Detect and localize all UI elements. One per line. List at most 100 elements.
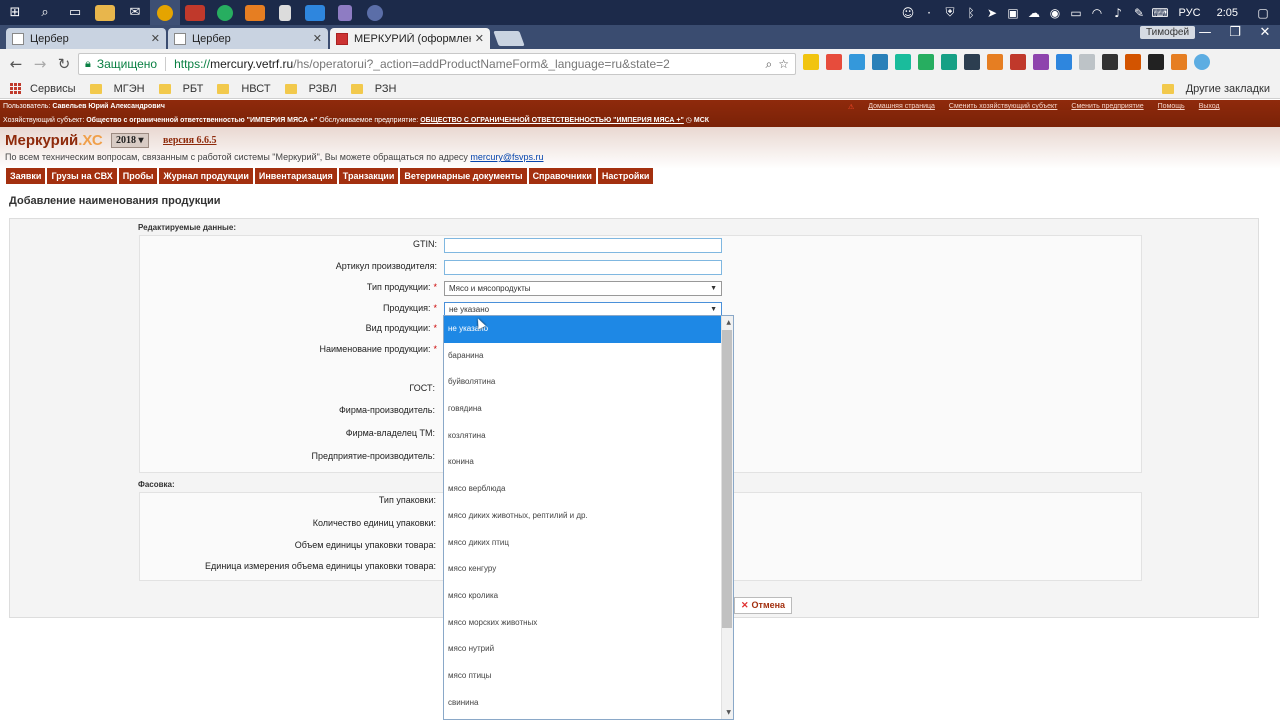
app-icon-red[interactable] [180, 0, 210, 25]
bookmark-folder[interactable]: РБТ [158, 83, 203, 95]
gtin-input[interactable] [444, 238, 722, 253]
browser-tab-2[interactable]: Цербер ✕ [168, 28, 328, 49]
dropdown-option[interactable]: мясо птицы [444, 663, 721, 690]
zoom-icon[interactable]: ⌕ [766, 57, 773, 72]
chrome-taskbar-icon[interactable] [150, 0, 180, 25]
people-icon[interactable]: ☺ [898, 0, 919, 25]
extension-icon[interactable] [803, 54, 819, 70]
scroll-down-icon[interactable]: ▼ [726, 709, 731, 716]
wifi-icon[interactable]: ◠ [1087, 0, 1108, 25]
browser-tab-3-active[interactable]: МЕРКУРИЙ (оформлени ✕ [330, 28, 490, 49]
menu-vet-documents[interactable]: Ветеринарные документы [400, 168, 527, 184]
send-icon[interactable]: ➤ [982, 0, 1003, 25]
bookmark-folder[interactable]: МГЭН [89, 83, 145, 95]
bookmark-folder[interactable]: РЗН [350, 83, 396, 95]
extension-icon[interactable] [872, 54, 888, 70]
dropdown-option[interactable]: мясо морских животных [444, 610, 721, 637]
scroll-up-icon[interactable]: ▲ [726, 319, 731, 326]
battery-icon[interactable]: ▭ [1066, 0, 1087, 25]
close-window-icon[interactable]: ✕ [1250, 25, 1280, 41]
back-icon[interactable]: ← [4, 55, 28, 73]
address-bar[interactable]: 🔒︎ Защищено https:// mercury.vetrf.ru /h… [78, 53, 796, 75]
enterprise-name[interactable]: ОБЩЕСТВО С ОГРАНИЧЕННОЙ ОТВЕТСТВЕННОСТЬЮ… [420, 117, 684, 124]
close-tab-icon[interactable]: ✕ [475, 32, 484, 45]
menu-requests[interactable]: Заявки [6, 168, 46, 184]
close-tab-icon[interactable]: ✕ [313, 32, 322, 45]
clock[interactable]: 2:05 [1209, 7, 1246, 19]
bookmark-services[interactable]: Сервисы [30, 83, 76, 95]
dropdown-option[interactable]: мясо диких птиц [444, 530, 721, 557]
app-icon-box[interactable] [330, 0, 360, 25]
volume-icon[interactable]: ♪ [1108, 0, 1129, 25]
minimize-icon[interactable]: — [1190, 25, 1220, 41]
bookmark-folder[interactable]: РЗВЛ [284, 83, 337, 95]
dropdown-option[interactable]: мясо диких животных, рептилий и др. [444, 503, 721, 530]
shield-icon[interactable]: ⛨ [940, 0, 961, 25]
pen-icon[interactable]: ✎ [1129, 0, 1150, 25]
windows-start-icon[interactable]: ⊞ [0, 0, 30, 25]
menu-transactions[interactable]: Транзакции [338, 168, 399, 184]
extension-icon[interactable] [895, 54, 911, 70]
menu-settings[interactable]: Настройки [597, 168, 654, 184]
browser-tab-1[interactable]: Цербер ✕ [6, 28, 166, 49]
chrome-tray-icon[interactable]: ◉ [1045, 0, 1066, 25]
link-logout[interactable]: Выход [1199, 103, 1220, 111]
menu-product-journal[interactable]: Журнал продукции [159, 168, 253, 184]
extension-icon[interactable] [1125, 54, 1141, 70]
cancel-button[interactable]: ✕ Отмена [734, 597, 793, 614]
close-tab-icon[interactable]: ✕ [151, 32, 160, 45]
brand-logo[interactable]: Меркурий.ХС [5, 132, 103, 149]
app-icon-globe[interactable] [360, 0, 390, 25]
screen-icon[interactable]: ▣ [1003, 0, 1024, 25]
calculator-icon[interactable] [270, 0, 300, 25]
dropdown-scrollbar[interactable]: ▲ ▼ [721, 316, 733, 719]
extension-icon[interactable] [1194, 54, 1210, 70]
menu-samples[interactable]: Пробы [118, 168, 158, 184]
reload-icon[interactable]: ↻ [52, 55, 76, 73]
forward-icon[interactable]: → [28, 55, 52, 73]
dropdown-option[interactable]: мясо кенгуру [444, 556, 721, 583]
support-email-link[interactable]: mercury@fsvps.ru [470, 152, 543, 162]
dropdown-option[interactable]: мясо верблюда [444, 476, 721, 503]
cloud-icon[interactable]: ☁ [1024, 0, 1045, 25]
dropdown-option[interactable]: говядина [444, 396, 721, 423]
bookmark-folder[interactable]: НВСТ [217, 83, 271, 95]
scrollbar-thumb[interactable] [722, 330, 732, 628]
extension-icon[interactable] [964, 54, 980, 70]
new-tab-button[interactable] [493, 31, 525, 46]
app-icon-blue[interactable] [300, 0, 330, 25]
keyboard-icon[interactable]: ⌨ [1150, 0, 1171, 25]
menu-references[interactable]: Справочники [528, 168, 596, 184]
notifications-icon[interactable]: ▢ [1246, 0, 1280, 25]
extension-icon[interactable] [918, 54, 934, 70]
tray-app-icon[interactable]: · [919, 0, 940, 25]
dropdown-option[interactable]: конина [444, 449, 721, 476]
article-input[interactable] [444, 260, 722, 275]
menu-svh-cargo[interactable]: Грузы на СВХ [47, 168, 117, 184]
task-view-icon[interactable]: ▭ [60, 0, 90, 25]
extension-icon[interactable] [1033, 54, 1049, 70]
dropdown-option[interactable]: козлятина [444, 423, 721, 450]
extension-icon[interactable] [1056, 54, 1072, 70]
maximize-icon[interactable]: ❐ [1220, 25, 1250, 41]
extension-icon[interactable] [849, 54, 865, 70]
other-bookmarks[interactable]: Другие закладки [1161, 83, 1270, 95]
extension-icon[interactable] [987, 54, 1003, 70]
mail-icon[interactable]: ✉ [120, 0, 150, 25]
file-explorer-icon[interactable] [90, 0, 120, 25]
app-icon-green[interactable] [210, 0, 240, 25]
apps-icon[interactable] [10, 82, 22, 95]
dropdown-option[interactable]: баранина [444, 343, 721, 370]
product-type-select[interactable]: Мясо и мясопродукты ▼ [444, 281, 722, 296]
extension-icon[interactable] [1079, 54, 1095, 70]
product-dropdown-list[interactable]: не указано баранина буйволятина говядина… [443, 315, 734, 720]
link-help[interactable]: Помощь [1158, 103, 1185, 111]
version-link[interactable]: версия 6.6.5 [163, 135, 217, 146]
extension-icon[interactable] [941, 54, 957, 70]
extension-icon[interactable] [1148, 54, 1164, 70]
star-icon[interactable]: ☆ [778, 57, 789, 71]
dropdown-option[interactable]: буйволятина [444, 369, 721, 396]
dropdown-option[interactable]: свинина [444, 690, 721, 717]
extension-icon[interactable] [1102, 54, 1118, 70]
search-icon[interactable]: ⌕ [30, 0, 60, 25]
